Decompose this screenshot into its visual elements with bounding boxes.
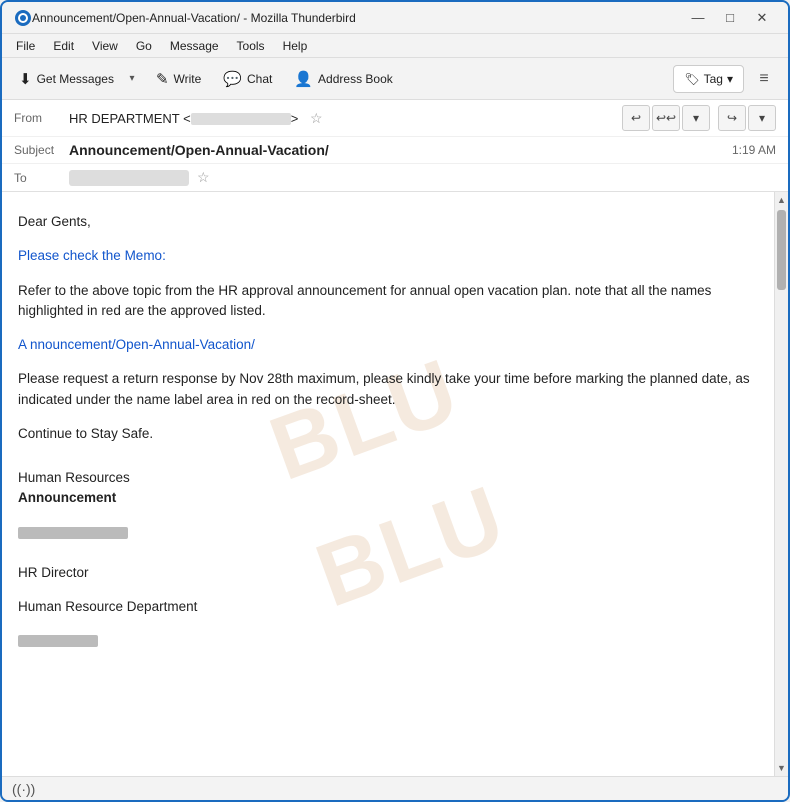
from-label: From <box>14 111 69 125</box>
reply-back-button[interactable]: ↩ <box>622 105 650 131</box>
get-messages-label: Get Messages <box>37 72 114 86</box>
hamburger-menu-button[interactable]: ≡ <box>748 63 780 95</box>
closing-paragraph: Continue to Stay Safe. <box>18 424 754 444</box>
menu-view[interactable]: View <box>84 37 126 55</box>
sig-role-line: HR Director <box>18 563 754 583</box>
menu-file[interactable]: File <box>8 37 43 55</box>
from-close: > <box>291 111 299 126</box>
from-email-blur <box>191 113 291 125</box>
address-book-icon: 👤 <box>294 70 313 88</box>
email-header: From HR DEPARTMENT < > ☆ ↩ ↩↩ ▾ ↪ ▾ Subje… <box>2 100 788 192</box>
more-actions-dropdown[interactable]: ▾ <box>682 105 710 131</box>
tag-dropdown-arrow: ▾ <box>727 72 733 86</box>
subject-value: Announcement/Open-Annual-Vacation/ <box>69 142 732 158</box>
from-row: From HR DEPARTMENT < > ☆ ↩ ↩↩ ▾ ↪ ▾ <box>2 100 788 137</box>
sig-name-blur <box>18 527 128 539</box>
menu-tools[interactable]: Tools <box>229 37 273 55</box>
maximize-button[interactable]: □ <box>716 8 744 28</box>
signature-block: Human Resources Announcement <box>18 468 754 509</box>
memo-paragraph: Please check the Memo: <box>18 246 754 266</box>
chat-button[interactable]: 💬 Chat <box>214 63 281 95</box>
email-time: 1:19 AM <box>732 143 776 157</box>
window-controls: — □ ✕ <box>684 8 776 28</box>
get-messages-button[interactable]: ⬇ Get Messages <box>10 63 123 95</box>
scroll-thumb[interactable] <box>777 210 786 290</box>
get-messages-icon: ⬇ <box>19 70 32 88</box>
status-bar: ((·)) <box>2 776 788 800</box>
sig-blur-line <box>18 523 754 549</box>
scroll-track[interactable] <box>775 208 788 760</box>
menu-edit[interactable]: Edit <box>45 37 82 55</box>
main-window: Announcement/Open-Annual-Vacation/ - Moz… <box>0 0 790 802</box>
sig-extra-blur <box>18 631 754 657</box>
app-icon <box>14 9 32 27</box>
email-body: BLUBLU Dear Gents, Please check the Memo… <box>2 192 774 776</box>
window-title: Announcement/Open-Annual-Vacation/ - Moz… <box>32 11 684 25</box>
address-book-button[interactable]: 👤 Address Book <box>285 63 401 95</box>
scroll-up-arrow[interactable]: ▲ <box>775 192 789 208</box>
memo-text: Please check the Memo: <box>18 248 166 263</box>
menu-help[interactable]: Help <box>275 37 316 55</box>
greeting-paragraph: Dear Gents, <box>18 212 754 232</box>
star-icon[interactable]: ☆ <box>310 110 323 126</box>
connection-status-icon: ((·)) <box>12 781 35 797</box>
toolbar: ⬇ Get Messages ▾ ✎ Write 💬 Chat 👤 Addres… <box>2 58 788 100</box>
close-button[interactable]: ✕ <box>748 8 776 28</box>
tag-icon: 🏷 <box>684 72 699 86</box>
menu-bar: File Edit View Go Message Tools Help <box>2 34 788 58</box>
chat-label: Chat <box>247 72 272 86</box>
sig-company: Human Resources <box>18 470 130 485</box>
hamburger-icon: ≡ <box>759 70 768 88</box>
announcement-link[interactable]: A nnouncement/Open-Annual-Vacation/ <box>18 337 255 352</box>
body-paragraph-1: Refer to the above topic from the HR app… <box>18 281 754 322</box>
get-messages-dropdown[interactable]: ▾ <box>121 63 143 95</box>
write-icon: ✎ <box>156 70 169 88</box>
sig-dept-line: Human Resource Department <box>18 597 754 617</box>
subject-label: Subject <box>14 143 69 157</box>
reply-all-button[interactable]: ↩↩ <box>652 105 680 131</box>
subject-row: Subject Announcement/Open-Annual-Vacatio… <box>2 137 788 164</box>
from-value: HR DEPARTMENT < > ☆ <box>69 110 622 127</box>
from-name: HR DEPARTMENT < <box>69 111 191 126</box>
write-button[interactable]: ✎ Write <box>147 63 210 95</box>
write-label: Write <box>174 72 202 86</box>
menu-message[interactable]: Message <box>162 37 227 55</box>
tag-label: Tag <box>704 72 723 86</box>
scrollbar[interactable]: ▲ ▼ <box>774 192 788 776</box>
sig-title: Announcement <box>18 490 116 505</box>
forward-button[interactable]: ↪ <box>718 105 746 131</box>
forward-dropdown[interactable]: ▾ <box>748 105 776 131</box>
email-content: Dear Gents, Please check the Memo: Refer… <box>18 212 754 658</box>
link-paragraph: A nnouncement/Open-Annual-Vacation/ <box>18 335 754 355</box>
chat-icon: 💬 <box>223 70 242 88</box>
to-label: To <box>14 171 69 185</box>
to-star-icon[interactable]: ☆ <box>197 169 210 186</box>
tag-button[interactable]: 🏷 Tag ▾ <box>673 65 744 93</box>
address-book-label: Address Book <box>318 72 393 86</box>
reply-actions: ↩ ↩↩ ▾ ↪ ▾ <box>622 105 776 131</box>
scroll-down-arrow[interactable]: ▼ <box>775 760 789 776</box>
body-paragraph-2: Please request a return response by Nov … <box>18 369 754 410</box>
title-bar: Announcement/Open-Annual-Vacation/ - Moz… <box>2 2 788 34</box>
sig-extra-blur-box <box>18 635 98 647</box>
to-row: To ☆ <box>2 164 788 191</box>
to-value-blur <box>69 170 189 186</box>
menu-go[interactable]: Go <box>128 37 160 55</box>
email-body-container: BLUBLU Dear Gents, Please check the Memo… <box>2 192 788 776</box>
minimize-button[interactable]: — <box>684 8 712 28</box>
